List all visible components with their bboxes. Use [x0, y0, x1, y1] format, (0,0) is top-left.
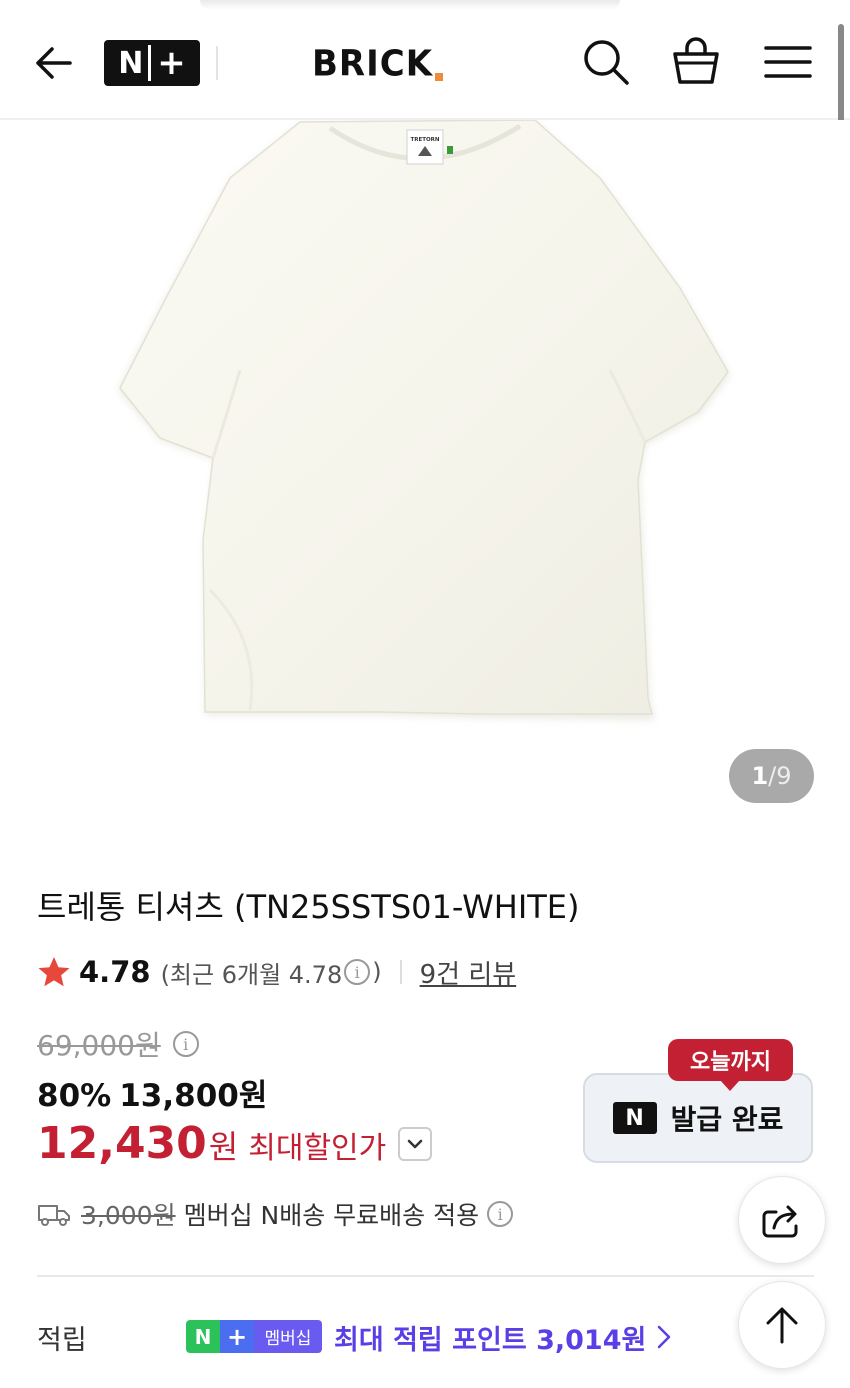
image-counter-current: 1 [751, 762, 769, 790]
chevron-down-icon [408, 1139, 423, 1148]
badge-plus-text: + [157, 43, 186, 83]
max-discount-toggle[interactable] [398, 1126, 433, 1161]
chip-n: N [186, 1320, 220, 1353]
rating-score: 4.78 [79, 955, 151, 989]
original-price-row: 69,000원 i [37, 1024, 201, 1064]
section-divider [37, 1275, 814, 1277]
image-counter-total: 9 [776, 762, 792, 790]
arrow-up-icon [766, 1307, 798, 1344]
star-icon [38, 957, 70, 987]
max-discount-price: 12,430 [37, 1118, 207, 1169]
cart-button[interactable] [670, 36, 722, 88]
info-icon[interactable]: i [487, 1201, 514, 1227]
image-counter: 1 / 9 [729, 749, 814, 803]
rating-row: 4.78 (최근 6개월 4.78 i ) 9건 리뷰 [37, 952, 516, 992]
info-icon[interactable]: i [172, 1031, 199, 1057]
badge-divider [148, 45, 152, 81]
header-divider [216, 46, 218, 80]
product-title: 트레통 티셔츠 (TN25SSTS01-WHITE) [37, 888, 580, 926]
rating-divider [399, 960, 402, 984]
info-icon[interactable]: i [344, 959, 371, 985]
search-button[interactable] [580, 36, 632, 88]
tshirt-image: TRETORN [118, 119, 730, 720]
delivery-truck-icon [38, 1205, 70, 1226]
discount-price: 13,800원 [119, 1078, 268, 1114]
search-icon [584, 40, 629, 85]
max-discount-row: 12,430 원 최대할인가 [37, 1118, 433, 1169]
coupon-status: 발급 완료 [670, 1103, 784, 1136]
recent-rating-text: (최근 6개월 4.78 [160, 960, 343, 989]
image-counter-separator: / [768, 762, 777, 790]
point-row[interactable]: 적립 N + 멤버십 최대 적립 포인트 3,014원 [37, 1316, 737, 1356]
chevron-right-icon [657, 1325, 671, 1349]
scrollbar[interactable] [838, 24, 844, 132]
scroll-top-button[interactable] [738, 1281, 826, 1369]
recent-rating-close: ) [372, 958, 382, 986]
status-fade [200, 0, 620, 10]
top-header: N + BRICK [0, 0, 850, 120]
chip-plus: + [220, 1320, 254, 1353]
menu-button[interactable] [762, 36, 814, 88]
brick-logo[interactable]: BRICK [312, 38, 444, 85]
chip-membership: 멤버십 [254, 1320, 322, 1353]
membership-chip: N + 멤버십 [186, 1320, 322, 1353]
shipping-description: 멤버십 N배송 무료배송 적용 [183, 1201, 480, 1230]
discount-row: 80% 13,800원 [37, 1070, 267, 1115]
point-label: 적립 [37, 1325, 87, 1356]
coupon-button[interactable]: N 발급 완료 [583, 1073, 813, 1163]
share-button[interactable] [738, 1176, 826, 1264]
logo-text: BRICK [312, 43, 434, 85]
naver-plus-badge[interactable]: N + [104, 40, 200, 86]
badge-n-text: N [118, 45, 143, 81]
shipping-fee: 3,000원 [81, 1201, 176, 1230]
shopping-bag-icon [673, 37, 719, 84]
max-point-text[interactable]: 최대 적립 포인트 3,014원 [334, 1318, 646, 1357]
review-link[interactable]: 9건 리뷰 [420, 954, 517, 991]
hamburger-menu-icon [764, 46, 812, 78]
back-button[interactable] [30, 40, 80, 86]
original-price: 69,000원 [37, 1029, 161, 1062]
product-image[interactable]: TRETORN [0, 119, 850, 830]
share-icon [762, 1205, 798, 1238]
label-tag-text: TRETORN [410, 137, 439, 143]
today-only-badge: 오늘까지 [668, 1039, 793, 1091]
n-logo-icon: N [612, 1102, 657, 1134]
shipping-row: 3,000원 멤버십 N배송 무료배송 적용 i [37, 1194, 515, 1234]
discount-percent: 80% [37, 1078, 112, 1114]
max-discount-unit: 원 [208, 1128, 239, 1166]
recent-rating: (최근 6개월 4.78 i ) [161, 955, 382, 990]
arrow-left-icon [36, 47, 72, 79]
logo-dot [435, 73, 444, 81]
max-discount-label: 최대할인가 [248, 1131, 387, 1166]
